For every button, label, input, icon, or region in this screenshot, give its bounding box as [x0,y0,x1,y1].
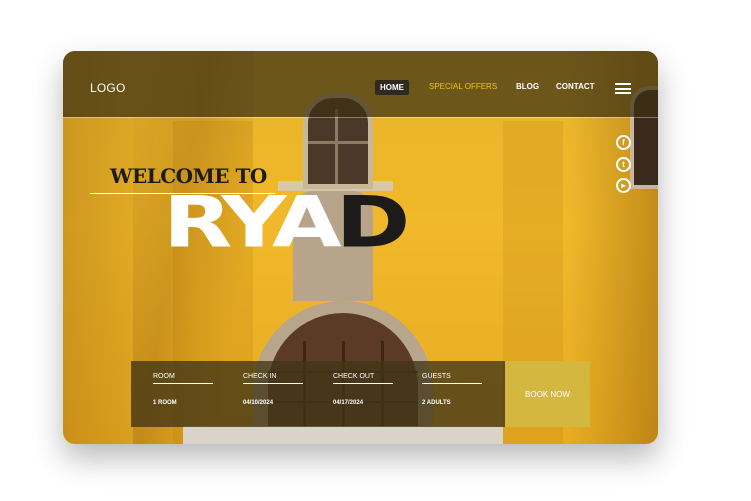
check-out-value: 04/17/2024 [333,400,364,406]
window-mullion [335,109,338,184]
hero-title: RYAD [163,188,410,258]
nav-special-offers[interactable]: SPECIAL OFFERS [429,82,497,91]
field-underline [243,383,303,384]
nav-home[interactable]: HOME [375,80,409,95]
field-underline [333,383,393,384]
hero-title-dark: D [335,181,411,264]
nav-contact[interactable]: CONTACT [556,82,595,91]
hamburger-menu-icon[interactable] [615,83,631,94]
window-transom [308,141,368,144]
room-value: 1 ROOM [153,400,177,406]
nav-blog[interactable]: BLOG [516,82,539,91]
guests-value: 2 ADULTS [422,400,451,406]
check-out-label: CHECK OUT [333,373,375,380]
check-in-value: 04/10/2024 [243,400,274,406]
check-out-field[interactable]: CHECK OUT 04/17/2024 [333,373,393,406]
room-label: ROOM [153,373,175,380]
facebook-icon[interactable]: f [616,135,631,150]
field-underline [422,383,482,384]
youtube-icon[interactable]: ▸ [616,178,631,193]
hero-title-light: RYA [163,181,342,264]
navbar-divider [63,117,658,118]
check-in-label: CHECK IN [243,373,277,380]
site-logo[interactable]: LOGO [90,81,125,95]
twitter-icon[interactable]: t [616,157,631,172]
hero-card: LOGO HOME SPECIAL OFFERS BLOG CONTACT f … [63,51,658,444]
guests-label: GUESTS [422,373,451,380]
book-now-button[interactable]: BOOK NOW [505,361,590,427]
guests-field[interactable]: GUESTS 2 ADULTS [422,373,482,406]
ground-steps [183,426,503,444]
check-in-field[interactable]: CHECK IN 04/10/2024 [243,373,303,406]
field-underline [153,383,213,384]
room-field[interactable]: ROOM 1 ROOM [153,373,213,406]
